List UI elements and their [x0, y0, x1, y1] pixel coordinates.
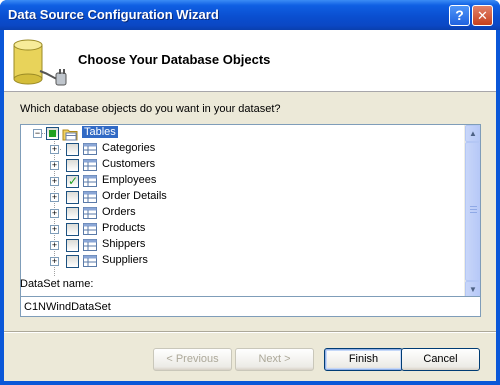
- item-checkbox[interactable]: [66, 223, 79, 236]
- wizard-window: Data Source Configuration Wizard ? ✕ Cho…: [0, 0, 500, 385]
- tree-row[interactable]: + Products: [21, 221, 461, 237]
- tree-row[interactable]: + Orders: [21, 205, 461, 221]
- expand-toggle[interactable]: +: [50, 241, 59, 250]
- expand-toggle[interactable]: +: [50, 209, 59, 218]
- tree-label: Products: [102, 222, 146, 234]
- checkmark-icon: ✓: [68, 174, 79, 188]
- table-icon: [83, 175, 97, 187]
- database-connector-icon: [13, 39, 67, 86]
- item-checkbox[interactable]: [66, 159, 79, 172]
- question-label: Which database objects do you want in yo…: [20, 103, 281, 115]
- header-panel: Choose Your Database Objects: [4, 30, 496, 92]
- expand-toggle[interactable]: +: [50, 161, 59, 170]
- expand-toggle[interactable]: +: [50, 193, 59, 202]
- table-icon: [83, 159, 97, 171]
- tables-checkbox[interactable]: [46, 127, 59, 140]
- table-icon: [83, 207, 97, 219]
- page-title: Choose Your Database Objects: [78, 52, 271, 67]
- table-icon: [83, 255, 97, 267]
- tree-label: Shippers: [102, 238, 146, 250]
- tree-row[interactable]: + Customers: [21, 157, 461, 173]
- item-checkbox[interactable]: [66, 255, 79, 268]
- tree-row[interactable]: + Order Details: [21, 189, 461, 205]
- close-button[interactable]: ✕: [472, 5, 493, 26]
- table-icon: [83, 191, 97, 203]
- footer-divider: [4, 331, 496, 333]
- expand-toggle[interactable]: +: [50, 257, 59, 266]
- item-checkbox[interactable]: [66, 191, 79, 204]
- tree-label: Suppliers: [102, 254, 148, 266]
- database-objects-tree[interactable]: − Tables + Categories + Customers + ✓ Em…: [20, 124, 481, 299]
- help-button[interactable]: ?: [449, 5, 470, 26]
- scroll-up-arrow-icon[interactable]: ▲: [465, 125, 480, 142]
- expand-toggle[interactable]: +: [50, 177, 59, 186]
- tree-label: Categories: [102, 142, 156, 154]
- item-checkbox[interactable]: [66, 143, 79, 156]
- tree-row[interactable]: + Suppliers: [21, 253, 461, 269]
- tree-label: Customers: [102, 158, 156, 170]
- window-title: Data Source Configuration Wizard: [8, 7, 219, 22]
- dataset-name-label: DataSet name:: [20, 278, 94, 290]
- collapse-toggle[interactable]: −: [33, 129, 42, 138]
- table-icon: [83, 143, 97, 155]
- item-checkbox[interactable]: [66, 239, 79, 252]
- finish-button[interactable]: Finish: [324, 348, 403, 371]
- expand-toggle[interactable]: +: [50, 145, 59, 154]
- dataset-name-input[interactable]: [20, 296, 481, 317]
- tree-row[interactable]: + Categories: [21, 141, 461, 157]
- table-icon: [83, 239, 97, 251]
- item-checkbox[interactable]: [66, 207, 79, 220]
- tree-row[interactable]: + Shippers: [21, 237, 461, 253]
- table-icon: [83, 223, 97, 235]
- item-checkbox-checked[interactable]: ✓: [66, 174, 79, 188]
- expand-toggle[interactable]: +: [50, 225, 59, 234]
- tree-scrollbar[interactable]: ▲ ▼: [464, 125, 480, 298]
- tree-label: Employees: [102, 174, 157, 186]
- folder-tables-icon: [62, 129, 78, 141]
- cancel-button[interactable]: Cancel: [401, 348, 480, 371]
- dialog-body: Choose Your Database Objects Which datab…: [4, 30, 496, 381]
- scroll-thumb[interactable]: [465, 142, 480, 281]
- tree-label: Orders: [102, 206, 136, 218]
- title-bar[interactable]: Data Source Configuration Wizard ? ✕: [0, 0, 500, 30]
- tree-row-tables[interactable]: − Tables: [21, 125, 461, 141]
- tree-label-tables: Tables: [82, 126, 118, 138]
- tree-row[interactable]: + ✓ Employees: [21, 173, 461, 189]
- tree-label: Order Details: [102, 190, 167, 202]
- next-button[interactable]: Next >: [235, 348, 314, 371]
- previous-button[interactable]: < Previous: [153, 348, 232, 371]
